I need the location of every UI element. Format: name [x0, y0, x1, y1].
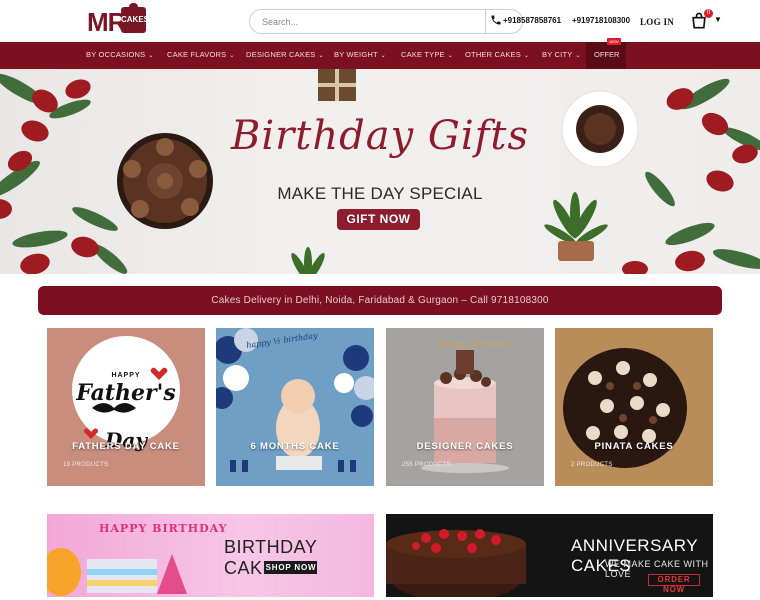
nav-label: OTHER CAKES	[465, 50, 521, 59]
phone-number-2[interactable]: +919718108300	[572, 16, 630, 25]
cart-count-badge: 0	[704, 9, 713, 18]
login-link[interactable]: LOG IN	[640, 17, 674, 27]
nav-label: BY WEIGHT	[334, 50, 378, 59]
nav-label: BY CITY	[542, 50, 573, 59]
new-badge: NEW	[607, 38, 621, 45]
search-divider	[485, 10, 486, 33]
nav-item-by-occasions[interactable]: BY OCCASIONS ⌄	[86, 50, 154, 59]
gift-now-button[interactable]: GIFT NOW	[337, 209, 420, 230]
birthday-banner-image-text: HAPPY BIRTHDAY	[99, 522, 228, 535]
delivery-info-bar: Cakes Delivery in Delhi, Noida, Faridaba…	[38, 286, 722, 315]
nav-item-by-weight[interactable]: BY WEIGHT ⌄	[334, 50, 386, 59]
delivery-info-text: Cakes Delivery in Delhi, Noida, Faridaba…	[211, 295, 549, 306]
nav-item-offer[interactable]: OFFER	[586, 42, 626, 69]
phone-icon	[491, 15, 501, 25]
phone-number-1[interactable]: +918587858761	[503, 16, 561, 25]
category-title: 6 MONTHS CAKE	[250, 441, 340, 452]
nav-label: BY OCCASIONS	[86, 50, 146, 59]
hero-subtitle: MAKE THE DAY SPECIAL	[277, 184, 483, 203]
category-title: PINATA CAKES	[594, 441, 674, 452]
nav-item-cake-type[interactable]: CAKE TYPE ⌄	[401, 50, 453, 59]
nav-offer-label: OFFER	[594, 50, 620, 59]
main-nav: BY OCCASIONS ⌄ CAKE FLAVORS ⌄ DESIGNER CAK…	[0, 42, 760, 69]
nav-item-by-city[interactable]: BY CITY ⌄	[542, 50, 581, 59]
category-title: DESIGNER CAKES	[416, 441, 514, 452]
chevron-down-icon[interactable]: ▼	[714, 15, 722, 24]
logo-badge: CAKES	[121, 3, 149, 33]
category-count: 2 PRODUCTS	[571, 462, 613, 468]
chevron-down-icon: ⌄	[229, 53, 235, 59]
site-header: MR CAKES +918587858761 +919718108300 LOG…	[0, 0, 760, 42]
nav-label: DESIGNER CAKES	[246, 50, 316, 59]
six-months-image	[216, 328, 374, 486]
birthday-cakes-banner[interactable]: HAPPY BIRTHDAY BIRTHDAY CAKES SHOP NOW	[47, 514, 374, 597]
chevron-down-icon: ⌄	[380, 53, 386, 59]
chevron-down-icon: ⌄	[447, 53, 453, 59]
hero-title: Birthday Gifts	[230, 113, 530, 159]
anniversary-cakes-banner[interactable]: ANNIVERSARY CAKES WE MAKE CAKE WITH LOVE…	[386, 514, 713, 597]
fathers-day-image-text-2: Father's	[76, 380, 176, 406]
hero-decor	[0, 69, 760, 274]
nav-item-designer-cakes[interactable]: DESIGNER CAKES ⌄	[246, 50, 324, 59]
nav-label: CAKE FLAVORS	[167, 50, 227, 59]
fathers-day-image-text-1: HAPPY	[111, 372, 141, 379]
search-input[interactable]	[262, 14, 482, 30]
chevron-down-icon: ⌄	[318, 53, 324, 59]
designer-cake-image-text: Happy Birthday	[438, 340, 511, 350]
category-card-pinata[interactable]: PINATA CAKES 2 PRODUCTS	[555, 328, 713, 486]
nav-item-cake-flavors[interactable]: CAKE FLAVORS ⌄	[167, 50, 235, 59]
order-now-button[interactable]: ORDER NOW	[648, 574, 700, 594]
hero-banner[interactable]: Birthday Gifts MAKE THE DAY SPECIAL GIFT…	[0, 69, 760, 274]
nav-label: CAKE TYPE	[401, 50, 445, 59]
site-logo[interactable]: MR CAKES	[87, 3, 149, 37]
category-count: 255 PRODUCTS	[402, 462, 451, 468]
chevron-down-icon: ⌄	[575, 53, 581, 59]
nav-item-other-cakes[interactable]: OTHER CAKES ⌄	[465, 50, 529, 59]
category-title: FATHERS DAY CAKE	[72, 441, 180, 452]
search-box	[249, 9, 523, 34]
category-card-designer[interactable]: Happy Birthday DESIGNER CAKES 255 PRODUC…	[386, 328, 544, 486]
category-card-6-months[interactable]: happy ½ birthday 6 MONTHS CAKE	[216, 328, 374, 486]
category-count: 19 PRODUCTS	[63, 462, 109, 468]
logo-text: MR	[87, 7, 126, 37]
chevron-down-icon: ⌄	[523, 53, 530, 59]
category-card-fathers-day[interactable]: HAPPY Father's Day FATHERS DAY CAKE 19 P…	[47, 328, 205, 486]
shop-now-button[interactable]: SHOP NOW	[265, 561, 317, 574]
chevron-down-icon: ⌄	[148, 53, 154, 59]
